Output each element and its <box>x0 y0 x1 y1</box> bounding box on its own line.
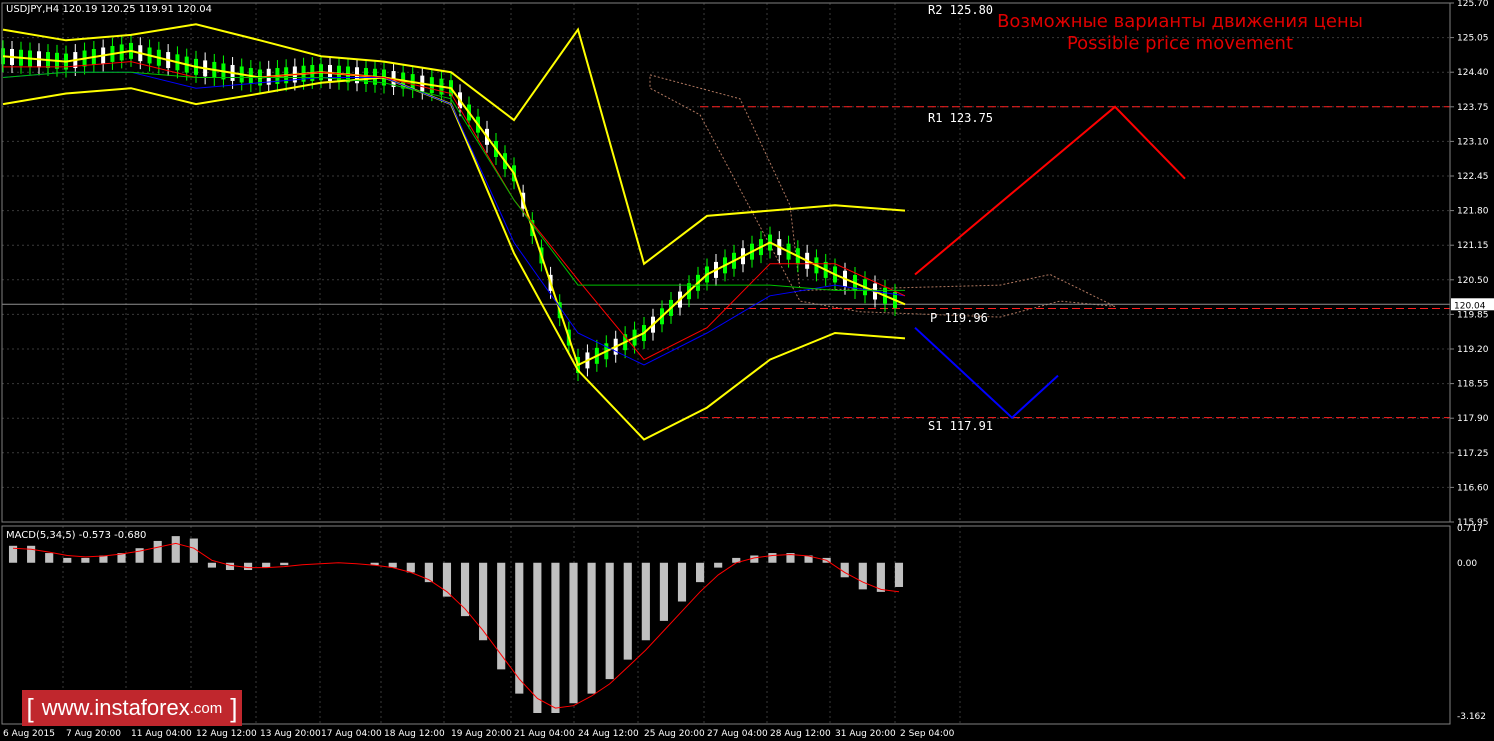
price-axis-label: 122.45 <box>1457 172 1489 182</box>
time-axis-label: 17 Aug 04:00 <box>321 729 382 739</box>
scenario-up-line <box>914 105 1186 276</box>
watermark-tld: .com <box>189 699 223 717</box>
grid <box>2 2 1450 724</box>
ichimoku-cloud <box>649 74 1116 318</box>
macd-axis-label: 0.717 <box>1457 524 1483 534</box>
price-axis-label: 119.20 <box>1457 345 1489 355</box>
level-s1-label: S1 117.91 <box>928 419 994 433</box>
level-r1-label: R1 123.75 <box>928 111 994 125</box>
watermark-bracket-close: ] <box>230 692 238 723</box>
macd-signal-line <box>12 542 900 709</box>
tenkan-sen-line <box>2 71 906 366</box>
axes: 6 Aug 2015 7 Aug 20:00 11 Aug 04:00 12 Aug … <box>1 0 1494 739</box>
price-axis-label: 121.15 <box>1457 241 1489 251</box>
time-axis-label: 7 Aug 20:00 <box>66 729 121 739</box>
price-axis-label: 123.10 <box>1457 137 1489 147</box>
chart-title-en: Possible price movement <box>1066 33 1294 54</box>
price-axis-label: 117.90 <box>1457 414 1489 424</box>
price-axis-label: 117.25 <box>1457 449 1489 459</box>
pivot-levels <box>2 106 1450 419</box>
price-axis-label: 125.05 <box>1457 34 1489 44</box>
price-axis-label: 125.70 <box>1457 0 1489 9</box>
time-axis-label: 28 Aug 12:00 <box>770 729 831 739</box>
price-axis-label: 124.40 <box>1457 68 1489 78</box>
scenario-down-line <box>914 326 1059 420</box>
watermark-bracket-open: [ <box>26 692 34 723</box>
macd-axis-label: 0.00 <box>1457 559 1477 569</box>
price-axis-label: 118.55 <box>1457 380 1489 390</box>
time-axis-label: 21 Aug 04:00 <box>514 729 575 739</box>
macd-info: MACD(5,34,5) -0.573 -0.680 <box>6 530 147 541</box>
candlesticks <box>1 34 897 381</box>
time-axis-label: 13 Aug 20:00 <box>260 729 321 739</box>
time-axis-label: 11 Aug 04:00 <box>131 729 192 739</box>
time-axis-label: 25 Aug 20:00 <box>644 729 705 739</box>
time-axis-label: 27 Aug 04:00 <box>707 729 768 739</box>
time-axis-label: 12 Aug 12:00 <box>196 729 257 739</box>
current-price-label: 120.04 <box>1454 301 1486 311</box>
price-axis-label: 119.85 <box>1457 310 1489 320</box>
macd-axis-label: -3.162 <box>1457 712 1486 722</box>
time-axis-label: 24 Aug 12:00 <box>578 729 639 739</box>
time-axis-label: 18 Aug 12:00 <box>384 729 445 739</box>
chart-title-ru: Возможные варианты движения цены <box>997 11 1363 32</box>
price-axis-label: 121.80 <box>1457 207 1489 217</box>
instaforex-watermark[interactable]: [ www.instaforex .com ] <box>22 690 242 726</box>
level-p-label: P 119.96 <box>930 311 988 325</box>
watermark-site: www.instaforex <box>41 695 190 720</box>
price-axis-label: 120.50 <box>1457 276 1489 286</box>
price-axis-label: 123.75 <box>1457 103 1489 113</box>
chart-canvas[interactable]: 6 Aug 2015 7 Aug 20:00 11 Aug 04:00 12 Aug … <box>0 0 1494 741</box>
time-axis-label: 2 Sep 04:00 <box>900 729 955 739</box>
time-axis-label: 6 Aug 2015 <box>3 729 55 739</box>
symbol-info: USDJPY,H4 120.19 120.25 119.91 120.04 <box>6 4 212 15</box>
level-r2-label: R2 125.80 <box>928 3 994 17</box>
ichimoku-cloud-outline <box>649 74 1116 318</box>
time-axis-label: 19 Aug 20:00 <box>451 729 512 739</box>
price-axis-label: 116.60 <box>1457 483 1489 493</box>
time-axis-label: 31 Aug 20:00 <box>835 729 896 739</box>
price-scenarios <box>914 105 1186 420</box>
macd-panel <box>8 536 904 713</box>
